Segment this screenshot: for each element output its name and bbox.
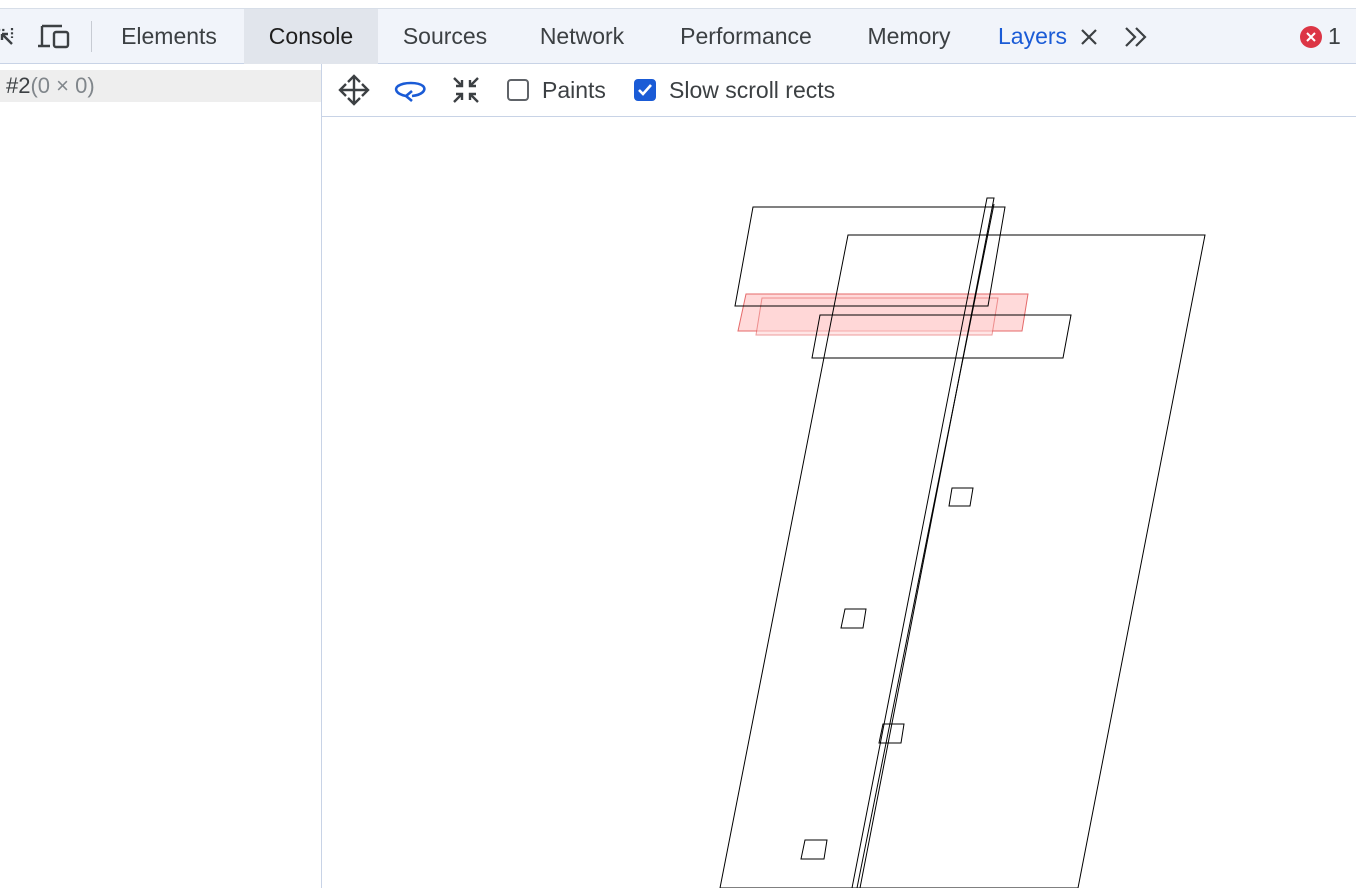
tab-console[interactable]: Console xyxy=(244,9,378,64)
tab-label: Layers xyxy=(998,23,1068,49)
layer-quad xyxy=(840,608,867,629)
devtools-tab-bar: Elements Console Sources Network Perform… xyxy=(0,9,1356,72)
device-toolbar-icon[interactable] xyxy=(36,9,72,64)
layer-quad xyxy=(948,487,974,507)
close-icon[interactable] xyxy=(1078,9,1100,64)
more-tabs-icon[interactable] xyxy=(1122,9,1150,64)
tab-memory[interactable]: Memory xyxy=(840,9,978,64)
window-top-edge xyxy=(0,0,1356,9)
tab-label: Network xyxy=(539,23,625,49)
tab-layers[interactable]: Layers xyxy=(978,9,1094,64)
tab-network[interactable]: Network xyxy=(512,9,652,64)
layers-toolbar: Paints Slow scroll rects xyxy=(322,64,1356,117)
toolbar-separator xyxy=(91,21,92,52)
layer-size: (0 × 0) xyxy=(30,73,95,98)
tab-label: Elements xyxy=(121,23,217,49)
tab-label: Console xyxy=(268,23,354,49)
paints-checkbox[interactable] xyxy=(507,79,529,101)
error-count-badge[interactable]: 1 xyxy=(1300,9,1341,64)
tab-label: Performance xyxy=(680,23,812,49)
layers-3d-canvas[interactable] xyxy=(322,117,1356,888)
inspect-element-icon[interactable] xyxy=(0,9,20,64)
error-icon xyxy=(1300,25,1322,48)
tab-sources[interactable]: Sources xyxy=(378,9,512,64)
rotate-mode-icon[interactable] xyxy=(388,64,432,116)
tab-label: Sources xyxy=(402,23,488,49)
layer-id: #2 xyxy=(6,73,31,98)
tab-performance[interactable]: Performance xyxy=(652,9,840,64)
slow-scroll-rects-checkbox[interactable] xyxy=(634,79,656,101)
layer-tree-pane: #2 (0 × 0) xyxy=(0,64,322,888)
slow-scroll-rects-label: Slow scroll rects xyxy=(669,76,836,103)
layer-quad xyxy=(734,206,1006,307)
tab-label: Memory xyxy=(867,23,951,49)
layers-3d-viewport[interactable] xyxy=(322,117,1356,888)
tab-elements[interactable]: Elements xyxy=(96,9,242,64)
layer-quad xyxy=(800,839,828,860)
paints-label: Paints xyxy=(542,76,606,103)
reset-transform-icon[interactable] xyxy=(444,64,488,116)
pan-mode-icon[interactable] xyxy=(332,64,376,116)
layer-tree-item[interactable]: #2 (0 × 0) xyxy=(0,70,321,102)
error-count: 1 xyxy=(1328,23,1341,49)
